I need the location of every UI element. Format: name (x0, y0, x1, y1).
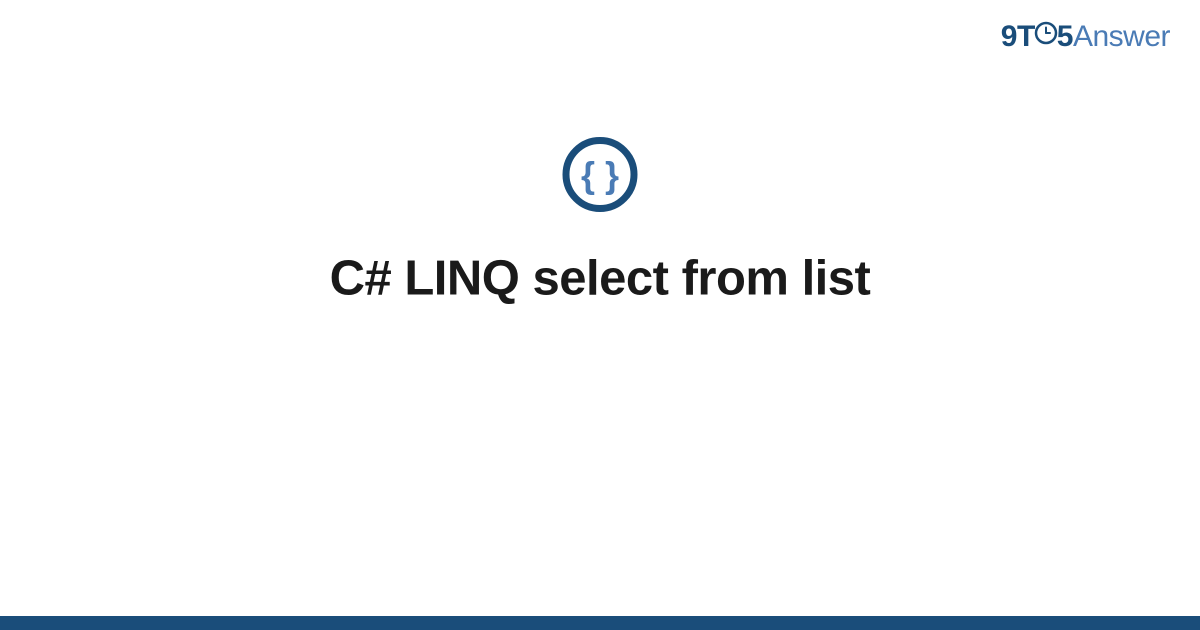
footer-accent-bar (0, 616, 1200, 630)
main-content: { } C# LINQ select from list (0, 135, 1200, 306)
site-brand-logo: 9T5Answer (1001, 20, 1170, 55)
svg-text:{ }: { } (581, 154, 619, 195)
page-title: C# LINQ select from list (0, 250, 1200, 306)
clock-icon (1034, 19, 1058, 53)
brand-text-t: T (1017, 20, 1035, 53)
brand-text-five: 5 (1057, 20, 1073, 53)
brand-text-nine: 9 (1001, 20, 1017, 53)
code-braces-icon: { } (561, 135, 639, 218)
brand-text-answer: Answer (1073, 20, 1170, 53)
